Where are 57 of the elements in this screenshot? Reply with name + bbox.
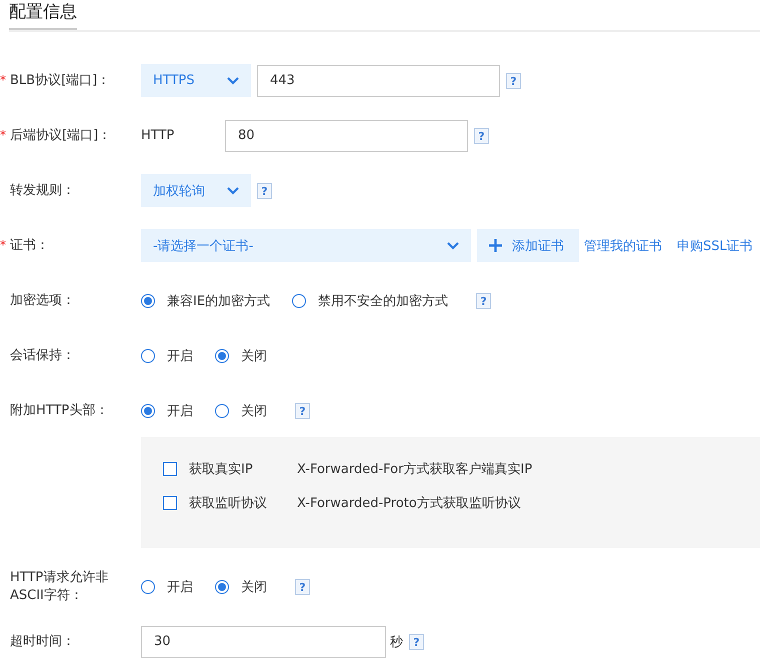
field-label: 加密选项： <box>10 292 75 310</box>
unit-label: 秒 <box>390 634 403 650</box>
radio-button[interactable] <box>215 404 229 418</box>
radio-option[interactable]: 禁用不安全的加密方式 <box>292 292 448 310</box>
radio-option[interactable]: 关闭 <box>215 578 267 596</box>
certificate-link[interactable]: 管理我的证书 <box>584 236 662 254</box>
caret-icon <box>227 76 239 84</box>
field-label: 证书： <box>10 236 49 254</box>
caret-icon <box>447 242 459 250</box>
field-label: HTTP请求允许非ASCII字符： <box>10 568 110 604</box>
checkbox-label: 获取真实IP <box>189 461 254 478</box>
radio-option[interactable]: 关闭 <box>215 402 267 420</box>
section-title: 配置信息 <box>9 0 77 30</box>
rule-select[interactable]: 加权轮询 <box>141 174 251 207</box>
help-icon[interactable]: ? <box>257 182 272 198</box>
help-icon[interactable]: ? <box>295 402 310 418</box>
radio-option[interactable]: 兼容IE的加密方式 <box>141 292 270 310</box>
field-label: BLB协议[端口]： <box>10 72 110 90</box>
help-icon[interactable]: ? <box>506 72 521 88</box>
help-icon[interactable]: ? <box>295 578 310 594</box>
field-label: 附加HTTP头部： <box>10 402 108 420</box>
help-icon[interactable]: ? <box>409 634 424 650</box>
required-mark: * <box>0 236 6 254</box>
plus-icon <box>489 239 502 252</box>
add-certificate-button[interactable]: 添加证书 <box>477 229 579 262</box>
port-input[interactable]: 80 <box>225 120 468 152</box>
radio-option[interactable]: 关闭 <box>215 346 267 364</box>
field-label: 后端协议[端口]： <box>10 126 112 144</box>
radio-button[interactable] <box>141 348 155 362</box>
timeout-input[interactable]: 30 <box>141 626 386 658</box>
required-mark: * <box>0 126 6 144</box>
certificate-link[interactable]: 申购SSL证书 <box>677 236 753 254</box>
radio-button[interactable] <box>141 580 155 594</box>
checkbox-label: 获取监听协议 <box>189 495 268 512</box>
field-label: 超时时间： <box>10 632 75 650</box>
radio-button[interactable] <box>141 404 155 418</box>
protocol-text: HTTP <box>141 128 176 143</box>
option-description: X-Forwarded-For方式获取客户端真实IP <box>297 461 532 478</box>
checkbox[interactable] <box>163 496 177 510</box>
help-icon[interactable]: ? <box>474 128 489 144</box>
option-description: X-Forwarded-Proto方式获取监听协议 <box>297 495 521 512</box>
radio-button[interactable] <box>215 580 229 594</box>
port-input[interactable]: 443 <box>257 64 500 96</box>
checkbox[interactable] <box>163 462 177 476</box>
field-label: 会话保持： <box>10 346 75 364</box>
radio-button[interactable] <box>292 294 306 308</box>
field-label: 转发规则： <box>10 182 75 200</box>
radio-button[interactable] <box>215 348 229 362</box>
help-icon[interactable]: ? <box>476 292 492 308</box>
caret-icon <box>227 186 239 194</box>
radio-option[interactable]: 开启 <box>141 346 193 364</box>
radio-option[interactable]: 开启 <box>141 402 193 420</box>
protocol-select[interactable]: HTTPS <box>141 64 251 97</box>
radio-button[interactable] <box>141 294 155 308</box>
certificate-select[interactable]: -请选择一个证书- <box>141 229 471 262</box>
required-mark: * <box>0 72 6 88</box>
radio-option[interactable]: 开启 <box>141 578 193 596</box>
